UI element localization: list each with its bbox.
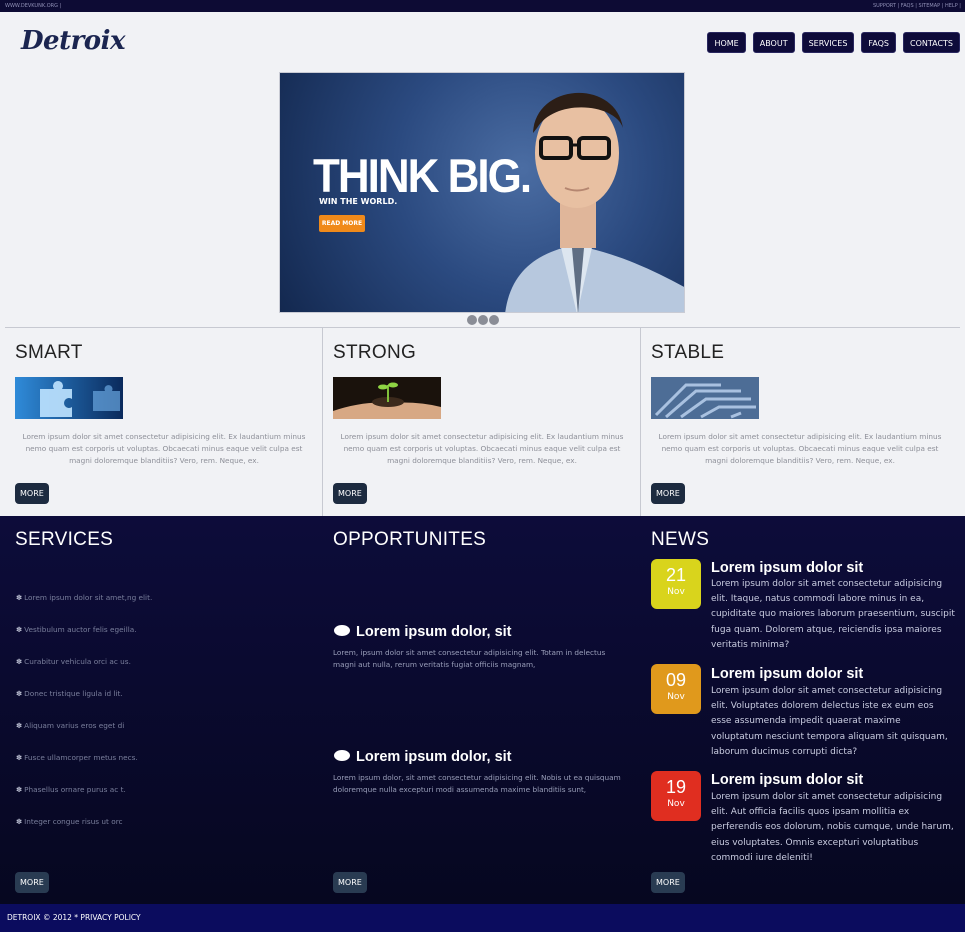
maze-image bbox=[651, 377, 759, 419]
gear-icon: ✽ bbox=[16, 817, 23, 826]
dark-info-section: SERVICES ✽ Lorem ipsum dolor sit amet,ng … bbox=[0, 516, 965, 904]
more-button[interactable]: MORE bbox=[651, 483, 685, 504]
list-item[interactable]: ✽ Fusce ullamcorper metus necs. bbox=[16, 753, 138, 762]
news-headline[interactable]: Lorem ipsum dolor sit bbox=[711, 772, 863, 788]
nav-services[interactable]: SERVICES bbox=[801, 32, 855, 53]
opportunity-text: Lorem, ipsum dolor sit amet consectetur … bbox=[333, 648, 606, 669]
opportunities-more-button[interactable]: MORE bbox=[333, 872, 367, 893]
news-more-button[interactable]: MORE bbox=[651, 872, 685, 893]
opportunity-title: Lorem ipsum dolor, sit bbox=[356, 624, 512, 640]
gear-icon: ✽ bbox=[16, 785, 23, 794]
feature-title: STRONG bbox=[333, 342, 417, 363]
nav-faqs[interactable]: FAQS bbox=[861, 32, 896, 53]
news-text: Lorem ipsum dolor sit amet consectetur a… bbox=[711, 686, 948, 757]
hero-slider: THINK BIG. WIN THE WORLD. READ MORE bbox=[279, 72, 685, 313]
list-item[interactable]: ✽ Curabitur vehicula orci ac us. bbox=[16, 657, 131, 666]
utility-links[interactable]: SUPPORT | FAQS | SITEMAP | HELP | bbox=[873, 3, 961, 9]
read-more-button[interactable]: READ MORE bbox=[319, 215, 365, 232]
speech-bubble-icon bbox=[334, 750, 350, 761]
date-badge: 09 Nov bbox=[651, 664, 701, 714]
gear-icon: ✽ bbox=[16, 593, 23, 602]
news-text: Lorem ipsum dolor sit amet consectetur a… bbox=[711, 792, 954, 863]
feature-text: Lorem ipsum dolor sit amet consectetur a… bbox=[658, 432, 942, 465]
date-badge: 21 Nov bbox=[651, 559, 701, 609]
more-button[interactable]: MORE bbox=[15, 483, 49, 504]
services-column: SERVICES ✽ Lorem ipsum dolor sit amet,ng … bbox=[0, 516, 320, 904]
list-item[interactable]: ✽ Aliquam varius eros eget di bbox=[16, 721, 124, 730]
news-text: Lorem ipsum dolor sit amet consectetur a… bbox=[711, 579, 955, 650]
news-title: NEWS bbox=[651, 529, 710, 550]
news-headline[interactable]: Lorem ipsum dolor sit bbox=[711, 560, 863, 576]
feature-strong: STRONG Lorem ipsum dolor sit amet consec… bbox=[323, 328, 641, 517]
opportunity-title: Lorem ipsum dolor, sit bbox=[356, 749, 512, 765]
sprout-hand-image bbox=[333, 377, 441, 419]
list-item[interactable]: ✽ Phasellus ornare purus ac t. bbox=[16, 785, 126, 794]
services-more-button[interactable]: MORE bbox=[15, 872, 49, 893]
gear-icon: ✽ bbox=[16, 721, 23, 730]
footer-text[interactable]: DETROIX © 2012 * PRIVACY POLICY bbox=[7, 913, 141, 922]
news-headline[interactable]: Lorem ipsum dolor sit bbox=[711, 666, 863, 682]
nav-about[interactable]: ABOUT bbox=[752, 32, 795, 53]
footer: DETROIX © 2012 * PRIVACY POLICY bbox=[0, 904, 965, 932]
feature-stable: STABLE Lorem ipsum dolor sit amet consec… bbox=[641, 328, 959, 517]
slider-pagination bbox=[467, 315, 499, 325]
hero-subline: WIN THE WORLD. bbox=[319, 197, 398, 206]
puzzle-image bbox=[15, 377, 123, 419]
gear-icon: ✽ bbox=[16, 625, 23, 634]
list-item[interactable]: ✽ Vestibulum auctor felis egeilla. bbox=[16, 625, 137, 634]
top-utility-bar: WWW.DEVKUNK.ORG | SUPPORT | FAQS | SITEM… bbox=[0, 0, 965, 12]
gear-icon: ✽ bbox=[16, 753, 23, 762]
hero-headline: THINK BIG. bbox=[313, 150, 532, 203]
feature-title: SMART bbox=[15, 342, 83, 363]
feature-title: STABLE bbox=[651, 342, 725, 363]
services-title: SERVICES bbox=[15, 529, 114, 550]
news-column: NEWS 21 Nov Lorem ipsum dolor sit Lorem i… bbox=[651, 516, 965, 904]
feature-smart: SMART Lorem ipsum dolor sit amet consect… bbox=[5, 328, 323, 517]
slider-dot-2[interactable] bbox=[478, 315, 488, 325]
opportunity-text: Lorem ipsum dolor, sit amet consectetur … bbox=[333, 773, 621, 794]
nav-home[interactable]: HOME bbox=[707, 32, 746, 53]
slider-dot-1[interactable] bbox=[467, 315, 477, 325]
opportunities-column: OPPORTUNITES Lorem ipsum dolor, sit Lore… bbox=[320, 516, 640, 904]
opportunities-title: OPPORTUNITES bbox=[333, 529, 487, 550]
opportunity-title-wrap[interactable]: Lorem ipsum dolor, sit bbox=[334, 624, 512, 640]
opportunity-title-wrap[interactable]: Lorem ipsum dolor, sit bbox=[334, 749, 512, 765]
site-logo[interactable]: Detroix bbox=[21, 26, 126, 56]
feature-text: Lorem ipsum dolor sit amet consectetur a… bbox=[340, 432, 624, 465]
more-button[interactable]: MORE bbox=[333, 483, 367, 504]
feature-text: Lorem ipsum dolor sit amet consectetur a… bbox=[22, 432, 306, 465]
gear-icon: ✽ bbox=[16, 657, 23, 666]
list-item[interactable]: ✽ Integer congue risus ut orc bbox=[16, 817, 123, 826]
list-item[interactable]: ✽ Donec tristique ligula id lit. bbox=[16, 689, 123, 698]
features-row: SMART Lorem ipsum dolor sit amet consect… bbox=[5, 327, 960, 517]
main-nav: HOME ABOUT SERVICES FAQS CONTACTS bbox=[707, 32, 960, 53]
nav-contacts[interactable]: CONTACTS bbox=[902, 32, 960, 53]
slider-dot-3[interactable] bbox=[489, 315, 499, 325]
site-url-link[interactable]: WWW.DEVKUNK.ORG | bbox=[5, 3, 61, 9]
date-badge: 19 Nov bbox=[651, 771, 701, 821]
gear-icon: ✽ bbox=[16, 689, 23, 698]
speech-bubble-icon bbox=[334, 625, 350, 636]
list-item[interactable]: ✽ Lorem ipsum dolor sit amet,ng elit. bbox=[16, 593, 152, 602]
